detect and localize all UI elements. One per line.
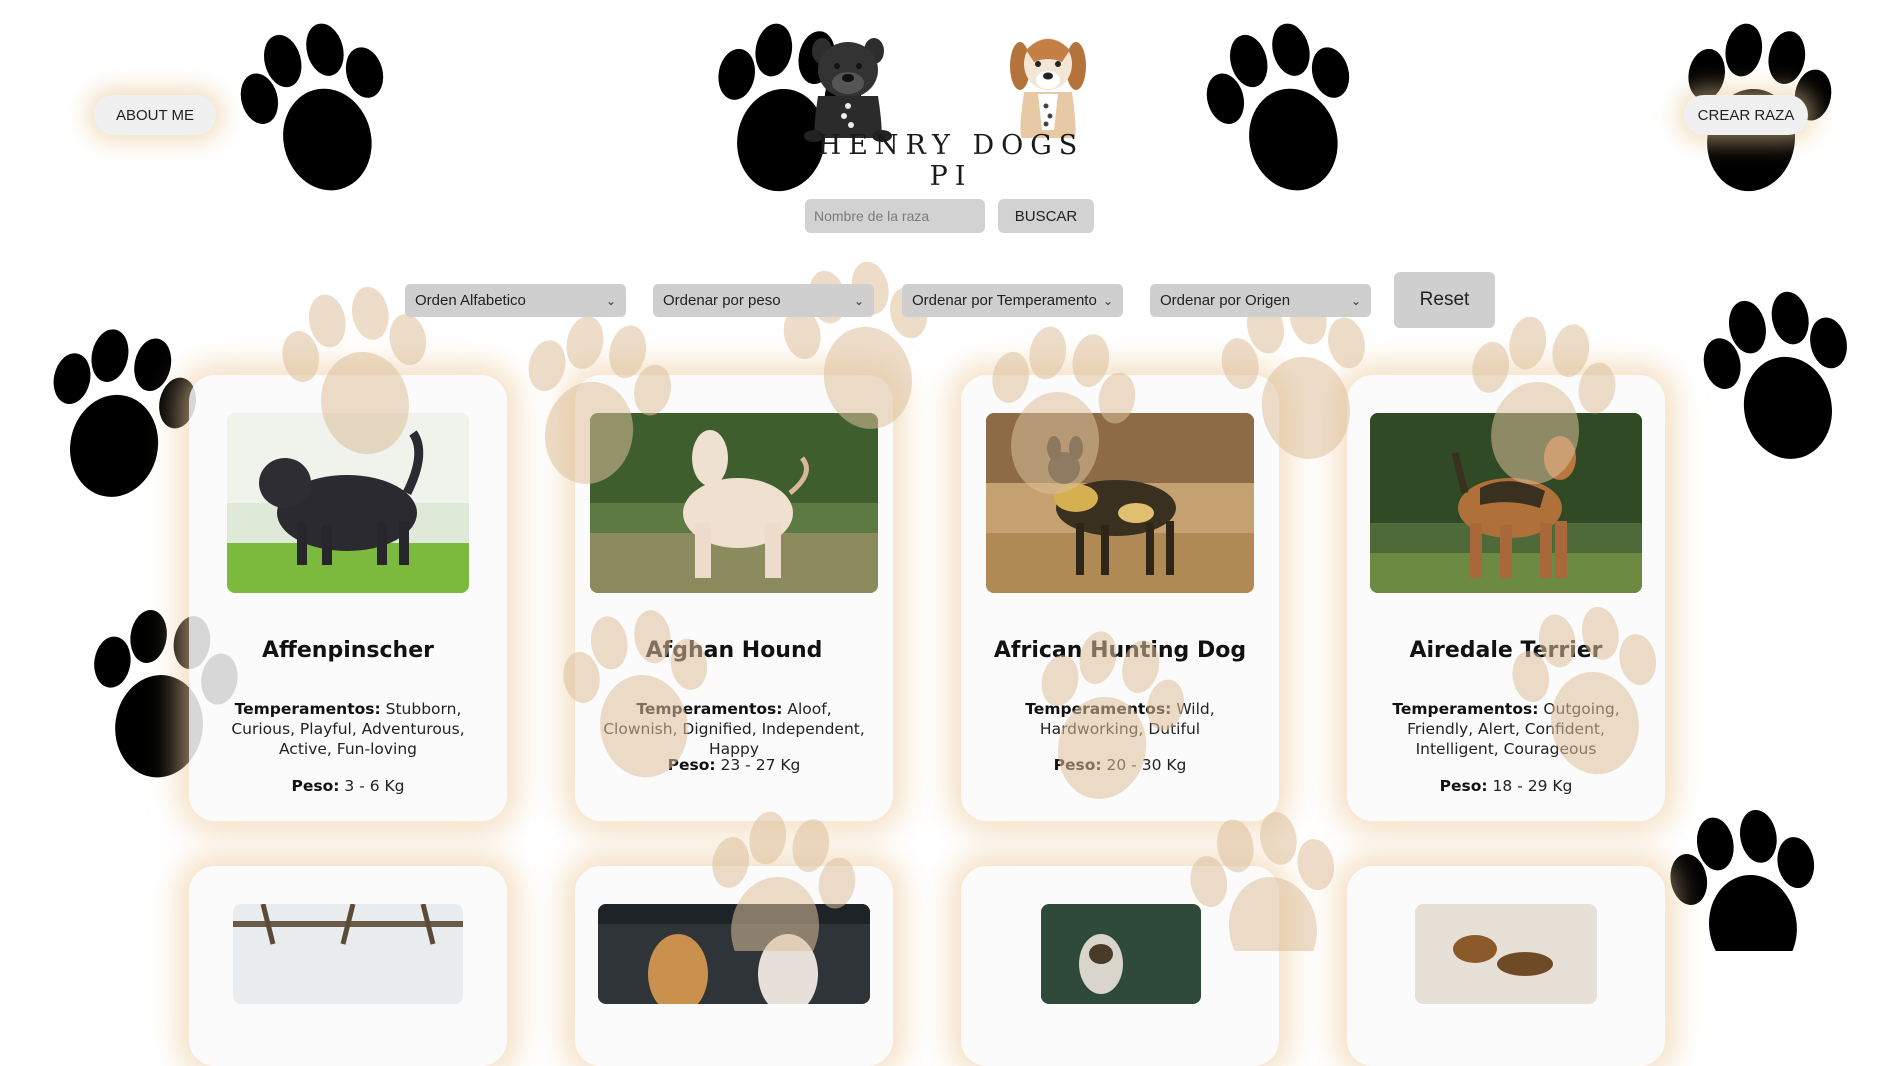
about-me-button[interactable]: ABOUT ME <box>94 95 216 135</box>
breed-photo <box>227 413 469 593</box>
weight-value: 3 - 6 Kg <box>344 777 405 795</box>
weight-label: Peso: <box>1053 756 1102 774</box>
select-label: Ordenar por peso <box>663 292 781 309</box>
temperament-filter-select[interactable]: Ordenar por Temperamento ⌄ <box>902 284 1123 317</box>
paw-print-icon <box>1692 281 1869 474</box>
weight-label: Peso: <box>291 777 340 795</box>
breed-card[interactable] <box>961 866 1279 1066</box>
select-label: Orden Alfabetico <box>415 292 526 309</box>
breed-card[interactable]: Afghan Hound Temperamentos: Aloof, Clown… <box>575 375 893 821</box>
breed-name: Affenpinscher <box>262 638 434 663</box>
breed-temperaments: Temperamentos: Outgoing, Friendly, Alert… <box>1375 699 1637 759</box>
temperament-label: Temperamentos: <box>636 700 783 718</box>
breed-photo <box>590 413 878 593</box>
breed-card[interactable]: African Hunting Dog Temperamentos: Wild,… <box>961 375 1279 821</box>
breed-weight: Peso: 20 - 30 Kg <box>961 756 1279 774</box>
paw-print-icon <box>1661 801 1833 951</box>
breed-card[interactable]: Affenpinscher Temperamentos: Stubborn, C… <box>189 375 507 821</box>
select-label: Ordenar por Origen <box>1160 292 1291 309</box>
breed-card[interactable] <box>1347 866 1665 1066</box>
paw-print-icon <box>31 319 208 511</box>
breed-weight: Peso: 3 - 6 Kg <box>189 777 507 795</box>
weight-label: Peso: <box>1439 777 1488 795</box>
search-button[interactable]: BUSCAR <box>998 199 1094 233</box>
breed-photo <box>1370 413 1642 593</box>
create-breed-button[interactable]: CREAR RAZA <box>1684 95 1808 135</box>
breed-weight: Peso: 23 - 27 Kg <box>575 756 893 774</box>
breed-photo <box>598 904 870 1004</box>
weight-value: 20 - 30 Kg <box>1106 756 1187 774</box>
breed-name: Afghan Hound <box>645 638 823 663</box>
chevron-down-icon: ⌄ <box>1102 293 1113 308</box>
breed-photo <box>1415 904 1597 1004</box>
breed-temperaments: Temperamentos: Aloof, Clownish, Dignifie… <box>603 699 865 759</box>
temperament-label: Temperamentos: <box>1392 700 1539 718</box>
breed-photo <box>986 413 1254 593</box>
reset-button[interactable]: Reset <box>1394 272 1495 328</box>
breed-temperaments: Temperamentos: Wild, Hardworking, Dutifu… <box>989 699 1251 739</box>
weight-value: 18 - 29 Kg <box>1492 777 1573 795</box>
breed-weight: Peso: 18 - 29 Kg <box>1347 777 1665 795</box>
breed-card[interactable] <box>189 866 507 1066</box>
breed-card[interactable]: Airedale Terrier Temperamentos: Outgoing… <box>1347 375 1665 821</box>
breed-photo <box>1041 904 1201 1004</box>
paw-print-icon <box>1193 10 1376 209</box>
weight-value: 23 - 27 Kg <box>720 756 801 774</box>
breed-card[interactable] <box>575 866 893 1066</box>
search-input[interactable] <box>805 199 985 233</box>
chevron-down-icon: ⌄ <box>605 293 616 308</box>
chevron-down-icon: ⌄ <box>853 293 864 308</box>
chevron-down-icon: ⌄ <box>1350 293 1361 308</box>
weight-label: Peso: <box>667 756 716 774</box>
weight-order-select[interactable]: Ordenar por peso ⌄ <box>653 284 874 317</box>
paw-print-icon <box>227 10 410 209</box>
breed-temperaments: Temperamentos: Stubborn, Curious, Playfu… <box>217 699 479 759</box>
temperament-label: Temperamentos: <box>1025 700 1172 718</box>
alphabetical-order-select[interactable]: Orden Alfabetico ⌄ <box>405 284 626 317</box>
temperament-label: Temperamentos: <box>234 700 381 718</box>
select-label: Ordenar por Temperamento <box>912 292 1097 309</box>
origin-filter-select[interactable]: Ordenar por Origen ⌄ <box>1150 284 1371 317</box>
breed-name: Airedale Terrier <box>1409 638 1603 663</box>
logo-title: HENRY DOGS PI <box>817 130 1085 192</box>
breed-photo <box>233 904 463 1004</box>
breed-name: African Hunting Dog <box>993 638 1247 663</box>
